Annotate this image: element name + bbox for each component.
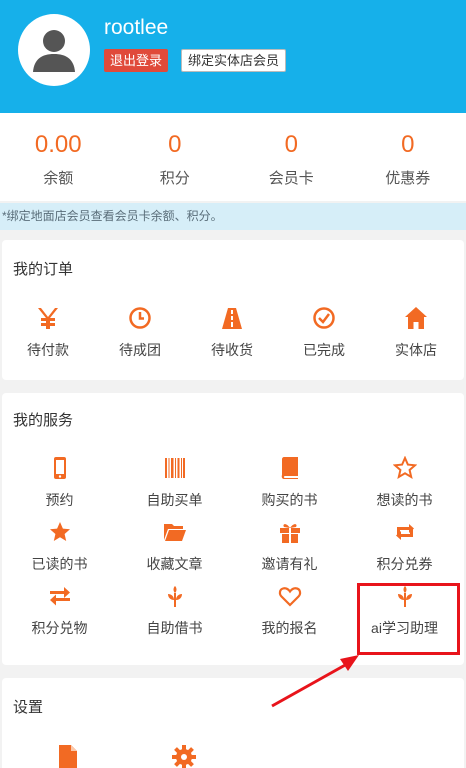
grid-label: 实体店 — [395, 342, 437, 358]
service-purchased-books[interactable]: 购买的书 — [232, 456, 347, 510]
service-my-registrations[interactable]: 我的报名 — [232, 584, 347, 638]
order-pending-payment[interactable]: 待付款 — [2, 306, 94, 360]
account-stats: 0.00 余额 0 积分 0 会员卡 0 优惠券 — [0, 113, 466, 201]
settings-gear-item[interactable] — [172, 743, 196, 768]
settings-card: 设置 — [2, 678, 464, 768]
service-reservation[interactable]: 预约 — [2, 456, 117, 510]
document-icon — [59, 745, 77, 768]
yen-icon — [2, 306, 94, 334]
service-read-books[interactable]: 已读的书 — [2, 520, 117, 574]
stat-member-card[interactable]: 0 会员卡 — [233, 113, 350, 201]
services-title: 我的服务 — [13, 412, 74, 429]
book-icon — [232, 456, 347, 484]
heart-outline-icon — [232, 584, 347, 612]
bind-tip: *绑定地面店会员查看会员卡余额、积分。 — [0, 203, 466, 230]
service-points-to-coupon[interactable]: 积分兑券 — [347, 520, 462, 574]
avatar[interactable] — [18, 14, 90, 86]
phone-icon — [2, 456, 117, 484]
orders-title: 我的订单 — [13, 261, 74, 278]
stat-label: 余额 — [43, 170, 74, 187]
grid-label: 预约 — [45, 492, 74, 508]
barcode-icon — [117, 456, 232, 484]
service-self-borrow[interactable]: 自助借书 — [117, 584, 232, 638]
settings-title: 设置 — [13, 699, 44, 716]
grid-label: 我的报名 — [261, 620, 318, 636]
order-pending-delivery[interactable]: 待收货 — [186, 306, 278, 360]
stat-points[interactable]: 0 积分 — [117, 113, 234, 201]
service-invite-reward[interactable]: 邀请有礼 — [232, 520, 347, 574]
stat-label: 积分 — [159, 170, 190, 187]
service-saved-articles[interactable]: 收藏文章 — [117, 520, 232, 574]
stat-balance[interactable]: 0.00 余额 — [0, 113, 117, 201]
star-filled-icon — [2, 520, 117, 548]
leaf-icon — [117, 584, 232, 612]
service-self-checkout[interactable]: 自助买单 — [117, 456, 232, 510]
grid-label: 积分兑物 — [31, 620, 88, 636]
order-pending-group[interactable]: 待成团 — [94, 306, 186, 360]
stat-value: 0 — [401, 131, 415, 158]
grid-label: 想读的书 — [376, 492, 433, 508]
order-physical-store[interactable]: 实体店 — [370, 306, 462, 360]
stat-value: 0 — [284, 131, 298, 158]
grid-label: 已读的书 — [31, 556, 88, 572]
grid-label: 邀请有礼 — [261, 556, 318, 572]
grid-label: 待收货 — [211, 342, 253, 358]
stat-label: 优惠券 — [385, 170, 431, 187]
exchange-icon — [2, 584, 117, 612]
grid-label: 收藏文章 — [146, 556, 203, 572]
grid-label: 自助买单 — [146, 492, 203, 508]
grid-label: 待成团 — [119, 342, 161, 358]
home-icon — [370, 306, 462, 334]
bind-store-member-button[interactable]: 绑定实体店会员 — [181, 49, 287, 72]
grid-label: 购买的书 — [261, 492, 318, 508]
grid-label: 已完成 — [303, 342, 345, 358]
username: rootlee — [104, 16, 169, 39]
grid-label: 积分兑券 — [376, 556, 433, 572]
highlight-box — [357, 583, 460, 655]
grid-label: 自助借书 — [146, 620, 203, 636]
stat-value: 0.00 — [34, 131, 82, 158]
logout-button[interactable]: 退出登录 — [104, 49, 169, 72]
service-points-to-goods[interactable]: 积分兑物 — [2, 584, 117, 638]
road-icon — [186, 306, 278, 334]
settings-document-item[interactable] — [56, 743, 80, 768]
service-wishlist-books[interactable]: 想读的书 — [347, 455, 462, 510]
gear-icon — [172, 745, 196, 768]
check-circle-icon — [278, 306, 370, 334]
stat-value: 0 — [168, 131, 182, 158]
profile-header: rootlee 退出登录 绑定实体店会员 — [0, 0, 466, 113]
retweet-icon — [347, 520, 462, 548]
stat-coupons[interactable]: 0 优惠券 — [350, 113, 466, 201]
orders-card: 我的订单 待付款 待成团 待收货 已完成 实体店 — [2, 240, 464, 380]
clock-icon — [94, 306, 186, 334]
gift-icon — [232, 520, 347, 548]
stat-label: 会员卡 — [268, 170, 314, 187]
folder-open-icon — [117, 520, 232, 548]
grid-label: 待付款 — [27, 342, 69, 358]
order-completed[interactable]: 已完成 — [278, 306, 370, 360]
user-silhouette-icon — [33, 30, 75, 72]
star-outline-icon — [347, 455, 462, 484]
